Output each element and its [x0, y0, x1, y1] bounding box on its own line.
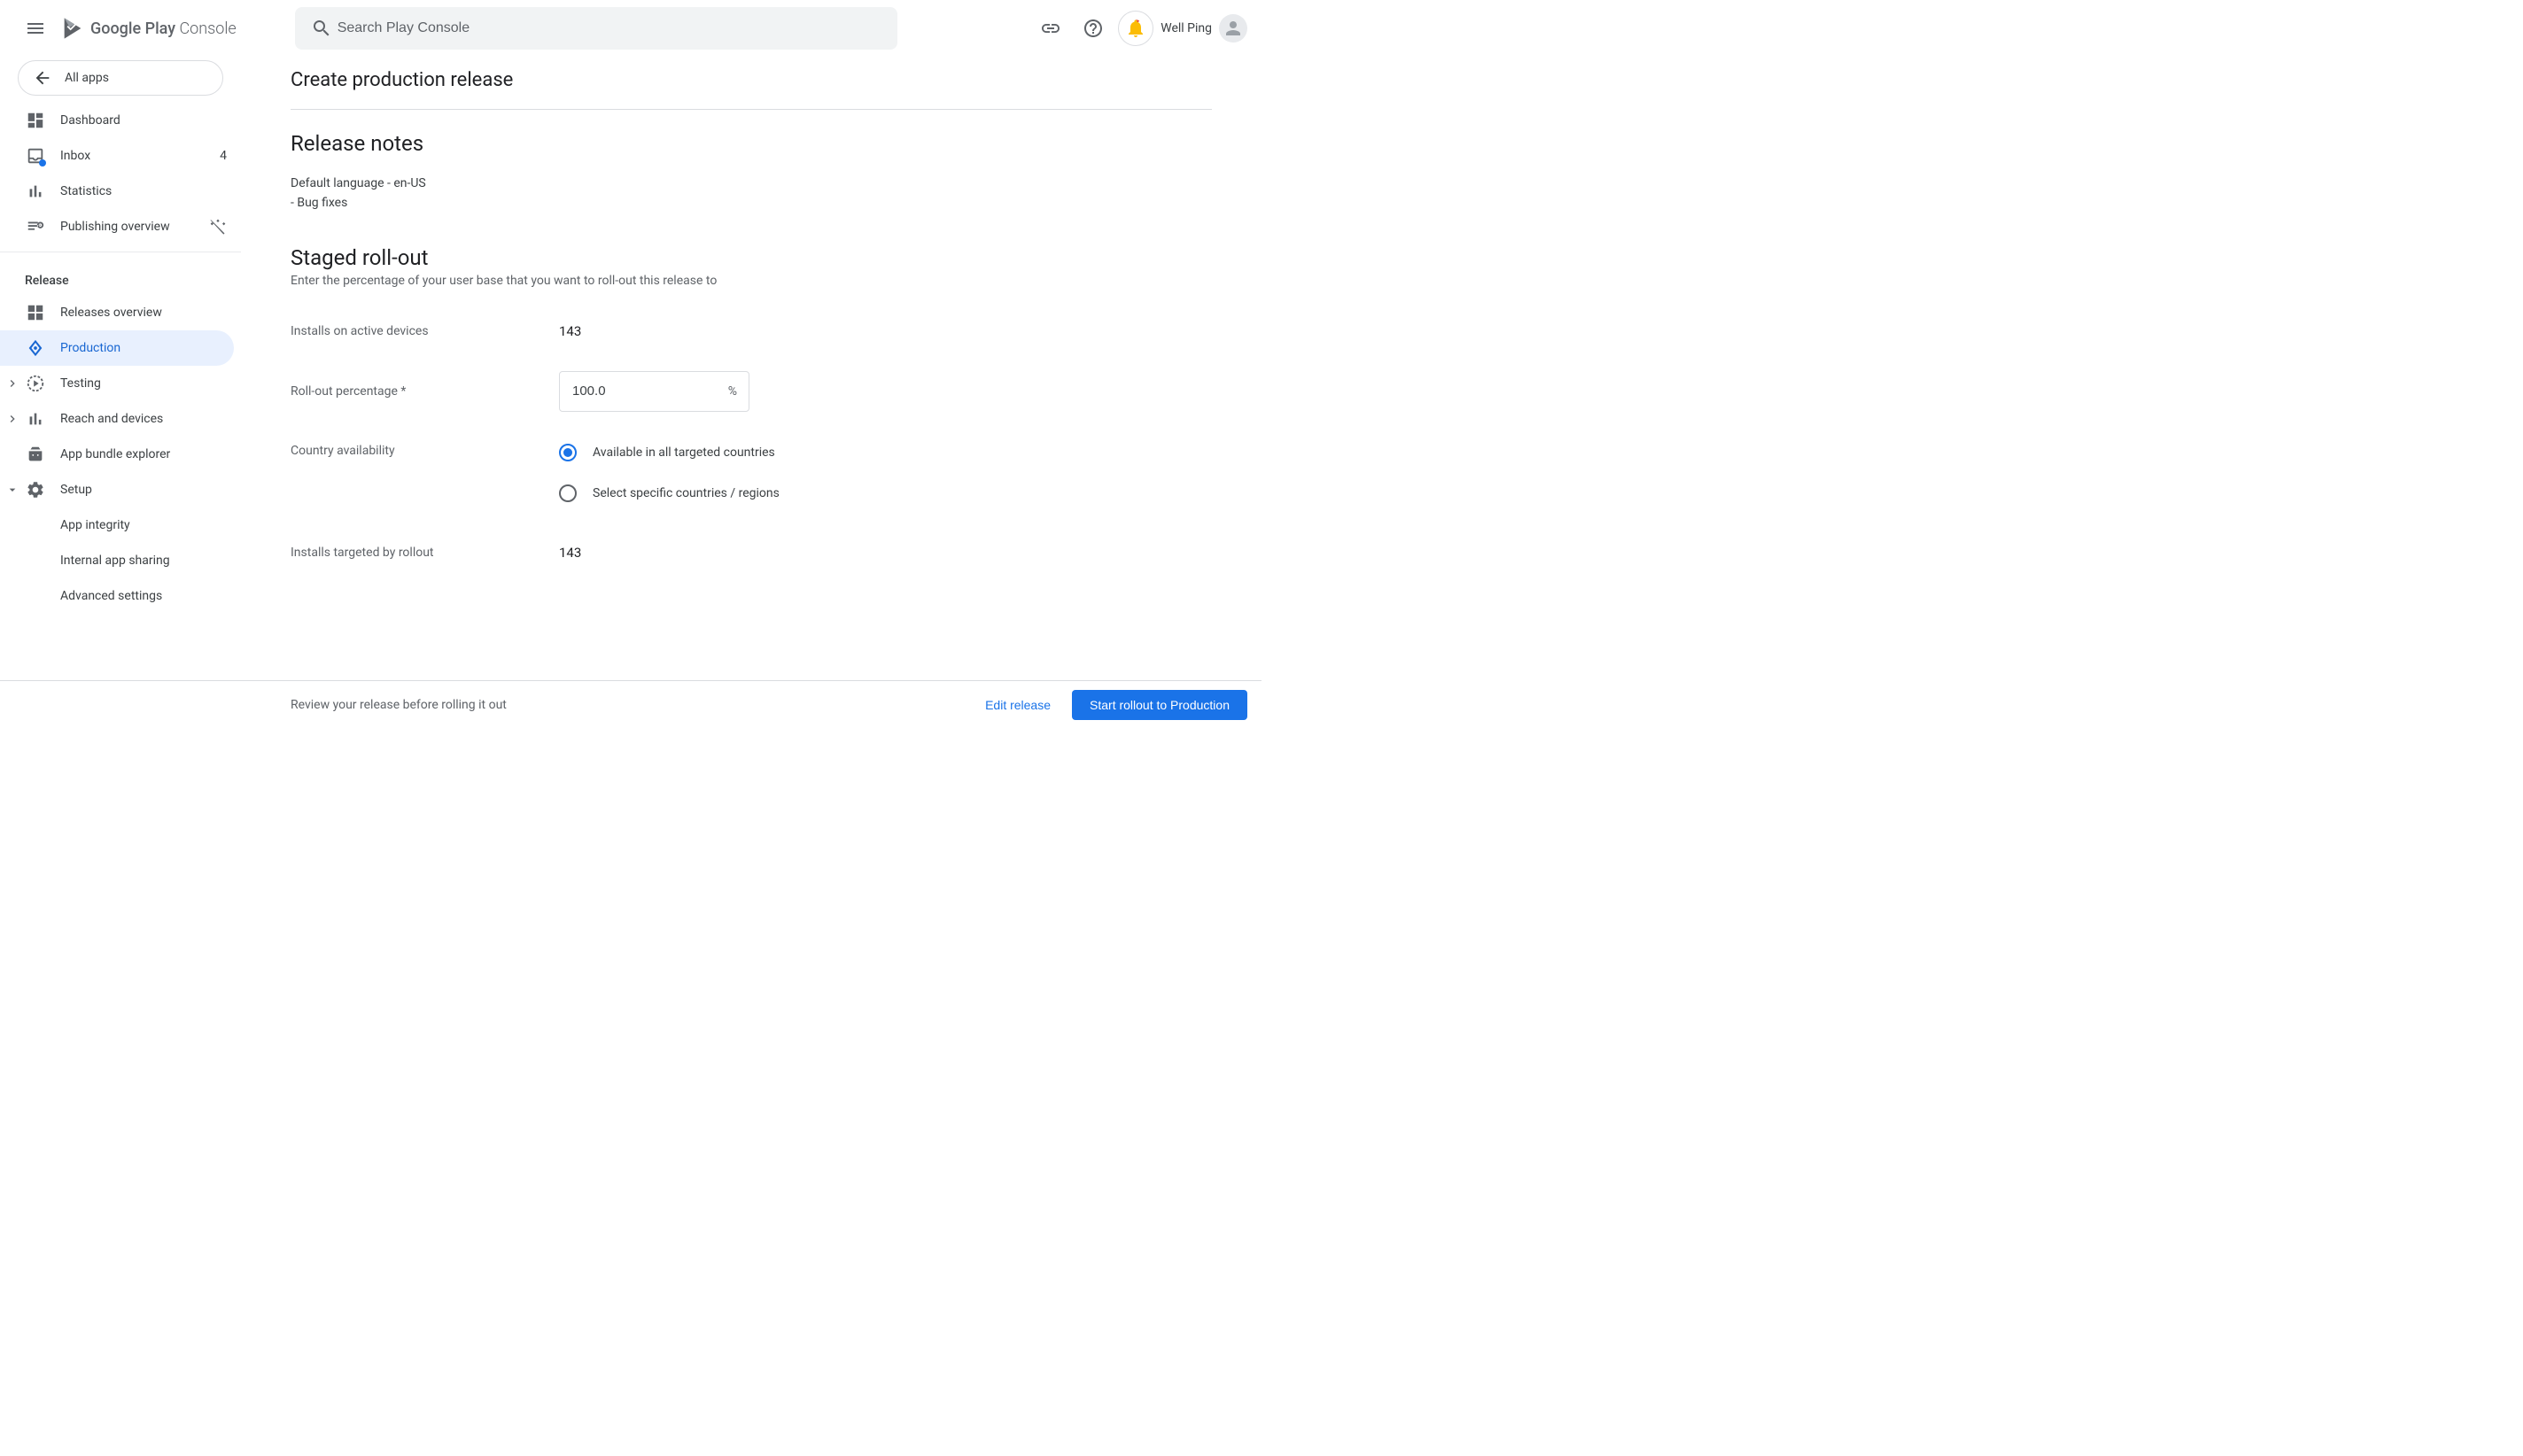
search-input[interactable] [338, 20, 887, 36]
inbox-count-badge: 4 [220, 149, 227, 163]
release-notes-heading: Release notes [291, 131, 1212, 156]
gear-icon [26, 480, 45, 500]
page-divider [291, 109, 1212, 110]
link-icon [1040, 18, 1061, 39]
sidebar-item-setup[interactable]: Setup [0, 472, 241, 507]
play-console-logo-icon [60, 16, 85, 41]
sidebar-item-app-bundle[interactable]: App bundle explorer [0, 437, 241, 472]
hamburger-menu-button[interactable] [14, 7, 57, 50]
percent-suffix: % [728, 384, 737, 399]
page-title: Create production release [291, 57, 1212, 109]
country-radio-group: Available in all targeted countries Sele… [559, 444, 780, 502]
person-icon [1223, 18, 1244, 39]
installs-targeted-value: 143 [559, 545, 581, 561]
sidebar-item-advanced-settings[interactable]: Advanced settings [0, 578, 241, 614]
arrow-back-icon [33, 68, 52, 88]
staged-rollout-description: Enter the percentage of your user base t… [291, 274, 1212, 288]
staged-rollout-heading: Staged roll-out [291, 245, 1212, 270]
rollout-percentage-row: Roll-out percentage * % [291, 371, 1212, 412]
installs-active-value: 143 [559, 323, 581, 339]
sidebar-item-testing[interactable]: Testing [0, 366, 241, 401]
country-availability-label: Country availability [291, 444, 559, 458]
help-icon [1083, 18, 1104, 39]
publishing-off-icon [209, 218, 227, 236]
sidebar-item-reach-devices[interactable]: Reach and devices [0, 401, 241, 437]
footer-review-text: Review your release before rolling it ou… [291, 698, 974, 712]
app-bundle-icon [26, 445, 45, 464]
footer-bar: Review your release before rolling it ou… [0, 680, 1262, 728]
avatar [1219, 14, 1247, 43]
chevron-down-icon [5, 483, 19, 497]
menu-icon [25, 18, 46, 39]
reach-icon [26, 409, 45, 429]
sidebar-item-internal-sharing[interactable]: Internal app sharing [0, 543, 241, 578]
sidebar-item-publishing-overview[interactable]: Publishing overview [0, 209, 241, 244]
release-notes-content: Default language - en-US - Bug fixes [291, 174, 1212, 213]
releases-overview-icon [26, 303, 45, 322]
user-name-label: Well Ping [1161, 21, 1212, 35]
radio-circle-icon [559, 484, 577, 502]
sidebar-item-app-integrity[interactable]: App integrity [0, 507, 241, 543]
radio-specific-countries[interactable]: Select specific countries / regions [559, 484, 780, 502]
sidebar-item-dashboard[interactable]: Dashboard [0, 103, 241, 138]
bell-icon [1125, 18, 1146, 39]
rollout-percentage-label: Roll-out percentage * [291, 384, 559, 399]
main-content: Create production release Release notes … [241, 57, 1262, 680]
sidebar-item-statistics[interactable]: Statistics [0, 174, 241, 209]
header: Google Play Console Well Ping [0, 0, 1262, 57]
all-apps-button[interactable]: All apps [18, 60, 223, 96]
installs-targeted-label: Installs targeted by rollout [291, 546, 559, 560]
logo-text: Google Play Console [90, 19, 237, 38]
all-apps-label: All apps [65, 71, 109, 85]
installs-targeted-row: Installs targeted by rollout 143 [291, 545, 1212, 561]
notifications-button[interactable] [1118, 11, 1153, 46]
testing-icon [26, 374, 45, 393]
user-menu[interactable]: Well Ping [1161, 14, 1247, 43]
start-rollout-button[interactable]: Start rollout to Production [1072, 690, 1247, 720]
installs-active-row: Installs on active devices 143 [291, 323, 1212, 339]
production-icon [26, 338, 45, 358]
help-button[interactable] [1075, 11, 1111, 46]
radio-all-countries[interactable]: Available in all targeted countries [559, 444, 780, 461]
dashboard-icon [26, 111, 45, 130]
inbox-unread-dot [39, 159, 46, 167]
installs-active-label: Installs on active devices [291, 324, 559, 338]
chevron-right-icon [5, 376, 19, 391]
sidebar-item-releases-overview[interactable]: Releases overview [0, 295, 241, 330]
search-icon [311, 18, 332, 39]
logo[interactable]: Google Play Console [60, 16, 237, 41]
link-button[interactable] [1033, 11, 1068, 46]
statistics-icon [26, 182, 45, 201]
sidebar: All apps Dashboard Inbox 4 Statistics Pu… [0, 57, 241, 680]
country-availability-row: Country availability Available in all ta… [291, 444, 1212, 502]
search-box[interactable] [295, 7, 897, 50]
sidebar-item-production[interactable]: Production [0, 330, 234, 366]
publishing-icon [26, 217, 45, 236]
rollout-percentage-input[interactable] [559, 371, 749, 412]
release-section-header: Release [0, 259, 241, 295]
edit-release-button[interactable]: Edit release [974, 691, 1061, 719]
chevron-right-icon [5, 412, 19, 426]
sidebar-item-inbox[interactable]: Inbox 4 [0, 138, 241, 174]
radio-circle-icon [559, 444, 577, 461]
